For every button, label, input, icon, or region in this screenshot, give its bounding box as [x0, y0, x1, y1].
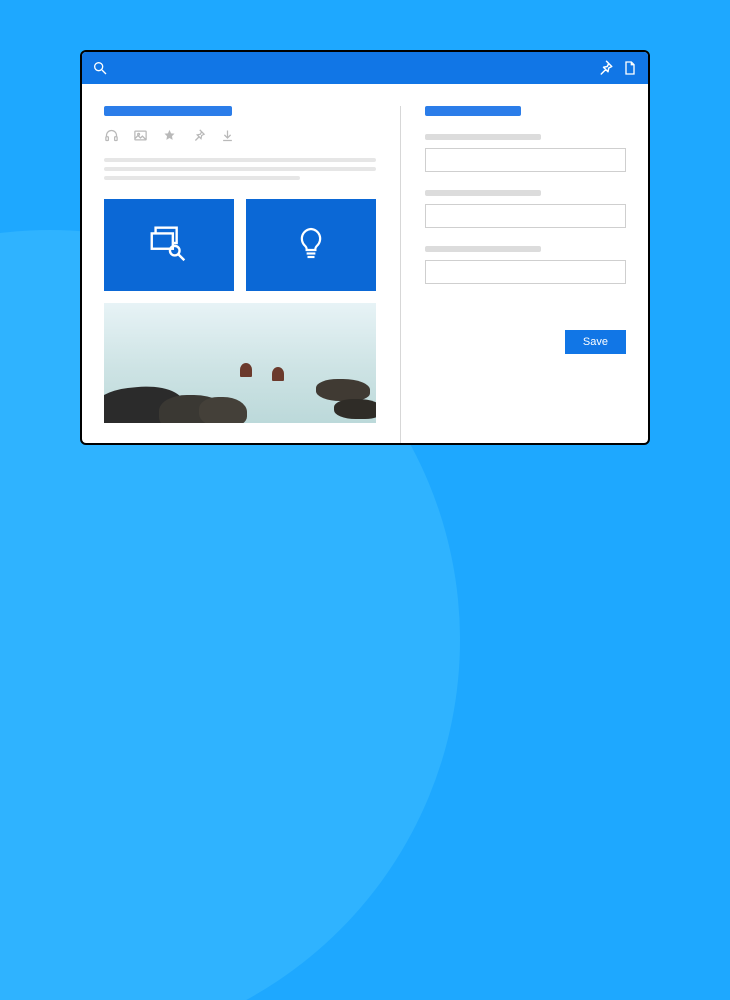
text-line	[104, 176, 300, 180]
form-field	[425, 246, 626, 284]
card-image-search[interactable]	[104, 199, 234, 291]
rock	[316, 379, 370, 401]
card-row	[104, 199, 376, 291]
top-bar	[82, 52, 648, 84]
person	[272, 367, 284, 381]
lightbulb-icon	[290, 222, 332, 269]
pin-tool-icon[interactable]	[191, 128, 206, 143]
download-icon[interactable]	[220, 128, 235, 143]
form-field	[425, 134, 626, 172]
rock	[199, 397, 247, 423]
image-search-icon	[146, 220, 192, 271]
document-icon[interactable]	[622, 59, 638, 77]
save-button[interactable]: Save	[565, 330, 626, 354]
text-input[interactable]	[425, 148, 626, 172]
headphones-icon[interactable]	[104, 128, 119, 143]
field-label	[425, 190, 542, 196]
text-line	[104, 158, 376, 162]
form-field	[425, 190, 626, 228]
text-line	[104, 167, 376, 171]
content-body: Save	[82, 84, 648, 443]
pin-icon[interactable]	[596, 59, 614, 77]
text-input[interactable]	[425, 260, 626, 284]
search-icon[interactable]	[92, 60, 108, 76]
main-panel	[104, 106, 376, 443]
text-input[interactable]	[425, 204, 626, 228]
field-label	[425, 134, 542, 140]
image-icon[interactable]	[133, 128, 148, 143]
hero-image	[104, 303, 376, 423]
star-icon[interactable]	[162, 128, 177, 143]
side-panel-title	[425, 106, 521, 116]
card-idea[interactable]	[246, 199, 376, 291]
description-lines	[104, 153, 376, 185]
app-window: Save	[80, 50, 650, 445]
toolbar	[104, 128, 376, 143]
page-title	[104, 106, 232, 116]
person	[240, 363, 252, 377]
rock	[334, 399, 376, 419]
side-panel: Save	[400, 106, 626, 443]
field-label	[425, 246, 542, 252]
